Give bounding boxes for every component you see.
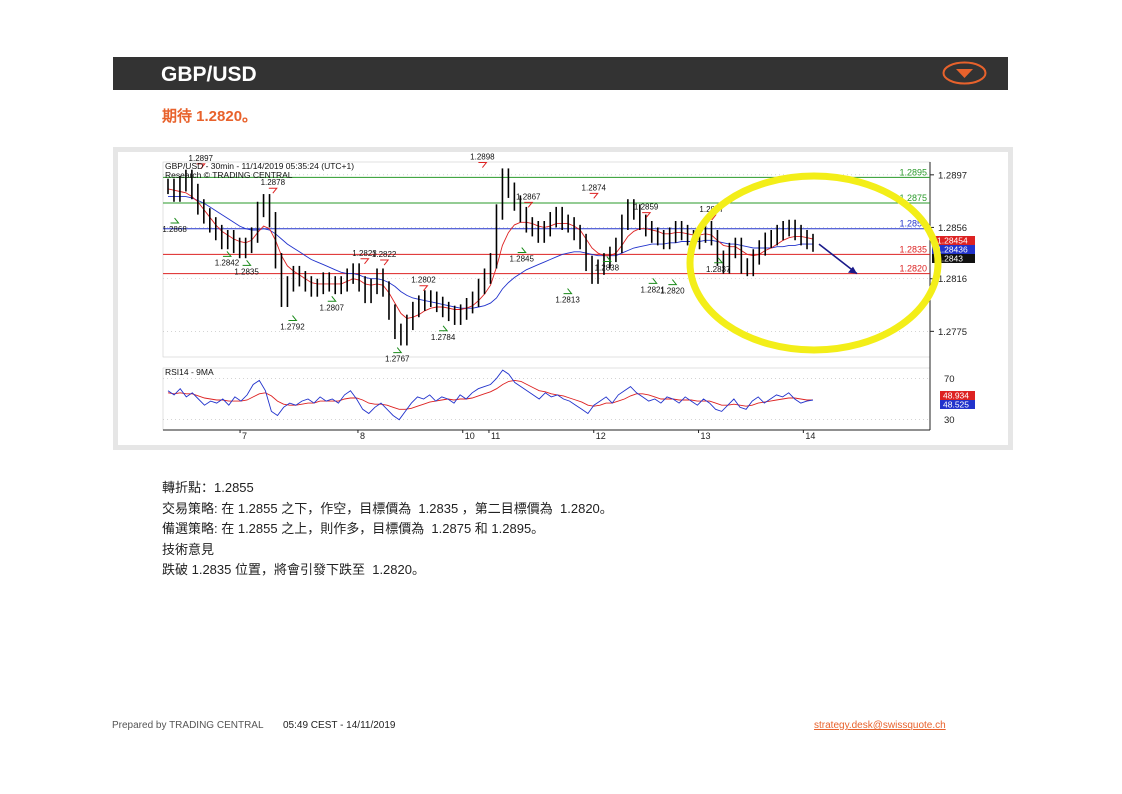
level-label-0: 1.2895 bbox=[899, 167, 927, 177]
technical-view-heading: 技術意見 bbox=[162, 541, 215, 557]
pivot-low-label-2: 1.2835 bbox=[234, 267, 259, 276]
forecast-headline: 期待 1.2820。 bbox=[162, 108, 258, 125]
pivot-low-marker-0 bbox=[170, 217, 180, 224]
pivot-high-label-3: 1.2822 bbox=[372, 250, 397, 259]
x-tick-label-0: 7 bbox=[242, 431, 247, 441]
rsi-tick-label-1: 30 bbox=[944, 415, 955, 426]
pivot-point-text: 轉折點：1.2855 bbox=[162, 480, 254, 495]
price-panel-border bbox=[162, 161, 931, 358]
x-tick-label-4: 12 bbox=[596, 431, 606, 441]
pivot-low-marker-7 bbox=[517, 247, 527, 254]
pivot-high-marker-7 bbox=[589, 192, 599, 199]
pivot-high-label-8: 1.2859 bbox=[634, 203, 659, 212]
chevron-down-circle-icon[interactable] bbox=[942, 61, 987, 85]
x-tick-label-2: 10 bbox=[465, 431, 475, 441]
trading-strategy-text: 交易策略: 在 1.2855 之下，作空，目標價為 1.2835 ，第二目標價為… bbox=[162, 500, 613, 516]
pivot-low-label-0: 1.2868 bbox=[162, 225, 187, 234]
chart-frame: 1.2897 1.2856 1.2816 1.2775 1.2895 1.2875 1.28… bbox=[113, 147, 1013, 450]
pivot-low-marker-10 bbox=[648, 278, 658, 284]
contact-email-link[interactable]: strategy.desk@swissquote.ch bbox=[814, 720, 946, 731]
chart-panel: 1.2897 1.2856 1.2816 1.2775 1.2895 1.2875 1.28… bbox=[118, 152, 1008, 445]
pivot-high-label-7: 1.2874 bbox=[582, 183, 607, 192]
pivot-low-marker-8 bbox=[563, 288, 573, 295]
alternative-strategy-text: 備選策略: 在 1.2855 之上，則作多，目標價為 1.2875 和 1.28… bbox=[162, 521, 545, 536]
pivot-low-marker-11 bbox=[668, 279, 678, 286]
pivot-high-marker-5 bbox=[478, 162, 488, 168]
rsi-panel-border bbox=[162, 367, 931, 431]
pivot-low-label-5: 1.2767 bbox=[385, 355, 410, 364]
y-tick-label-1: 1.2856 bbox=[938, 223, 967, 234]
pivot-high-marker-4 bbox=[419, 285, 429, 292]
pivot-low-marker-5 bbox=[393, 347, 403, 354]
pivot-low-marker-2 bbox=[242, 260, 252, 266]
pivot-low-marker-6 bbox=[439, 325, 449, 332]
pivot-low-label-4: 1.2807 bbox=[320, 303, 345, 312]
pivot-high-marker-2 bbox=[360, 258, 370, 265]
chart-source-label: Research © TRADING CENTRAL bbox=[165, 170, 293, 180]
analysis-text: 轉折點：1.2855 交易策略: 在 1.2855 之下，作空，目標價為 1.2… bbox=[162, 478, 613, 581]
pivot-high-label-6: 1.2867 bbox=[516, 192, 541, 201]
y-tick-label-0: 1.2897 bbox=[938, 170, 967, 181]
pivot-high-label-5: 1.2898 bbox=[470, 153, 495, 162]
x-tick-label-5: 13 bbox=[701, 431, 711, 441]
pivot-low-label-3: 1.2792 bbox=[280, 323, 305, 332]
pivot-low-label-12: 1.2837 bbox=[706, 265, 731, 274]
rsi-tag-label-1: 48.525 bbox=[943, 400, 969, 410]
x-tick-label-1: 8 bbox=[360, 431, 365, 441]
prepared-by-text: Prepared by TRADING CENTRAL bbox=[112, 720, 264, 731]
pivot-low-label-1: 1.2842 bbox=[215, 258, 240, 267]
price-chart: 1.28971.28561.28161.27751.28951.28751.28… bbox=[162, 153, 975, 441]
level-label-3: 1.2835 bbox=[899, 244, 927, 254]
pivot-high-marker-3 bbox=[380, 259, 390, 266]
report-timestamp: 05:49 CEST - 14/11/2019 bbox=[283, 720, 396, 731]
pivot-high-marker-1 bbox=[268, 187, 278, 194]
pivot-low-label-6: 1.2784 bbox=[431, 333, 456, 342]
page-title: GBP/USD bbox=[161, 63, 257, 86]
technical-view-text: 跌破 1.2835 位置，將會引發下跌至 1.2820。 bbox=[162, 562, 425, 577]
pivot-low-label-8: 1.2813 bbox=[555, 296, 580, 305]
pivot-low-label-7: 1.2845 bbox=[509, 255, 534, 264]
rsi-line bbox=[167, 369, 814, 421]
x-tick-label-6: 14 bbox=[805, 431, 815, 441]
pivot-low-marker-3 bbox=[288, 315, 298, 322]
rsi-title: RSI14 - 9MA bbox=[165, 367, 214, 377]
pivot-low-label-9: 1.2838 bbox=[595, 264, 620, 273]
header-bar: GBP/USD bbox=[113, 57, 1008, 90]
pivot-high-label-4: 1.2802 bbox=[411, 276, 436, 285]
rsi-tick-label-0: 70 bbox=[944, 374, 955, 385]
pivot-low-marker-4 bbox=[327, 295, 337, 302]
y-tick-label-2: 1.2816 bbox=[938, 274, 967, 285]
level-label-4: 1.2820 bbox=[899, 264, 927, 274]
x-tick-label-3: 11 bbox=[491, 431, 500, 441]
pivot-low-label-11: 1.2820 bbox=[660, 287, 685, 296]
y-tick-label-3: 1.2775 bbox=[938, 327, 967, 338]
